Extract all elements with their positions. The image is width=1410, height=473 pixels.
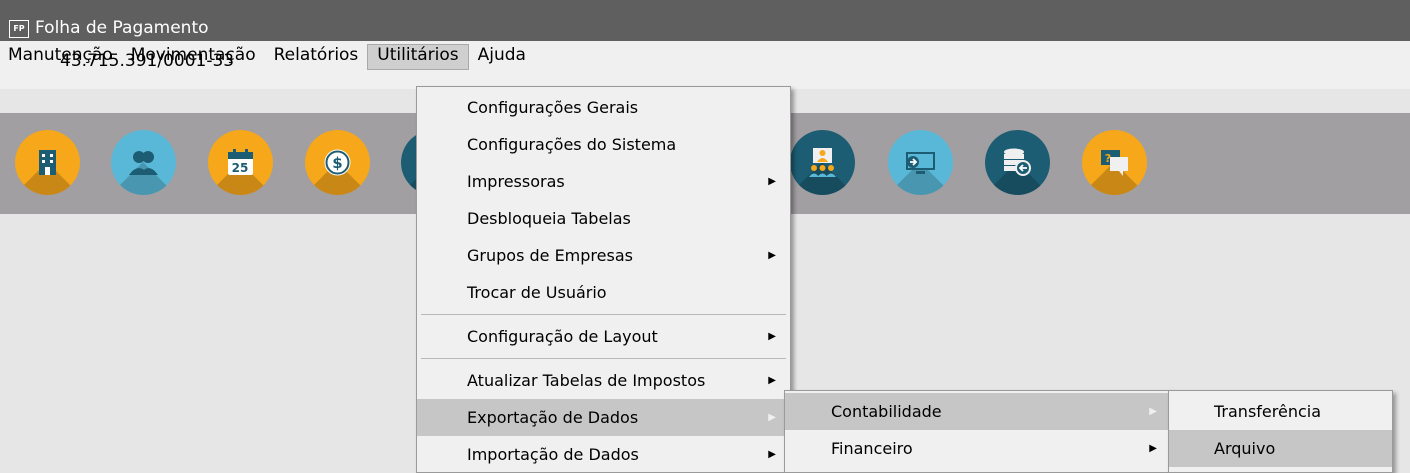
menu-relatorios[interactable]: Relatórios bbox=[265, 44, 368, 70]
menu-utilitarios[interactable]: Utilitários bbox=[367, 44, 469, 70]
building-button[interactable] bbox=[15, 130, 80, 195]
menu-item-configuracoes-sistema[interactable]: Configurações do Sistema bbox=[417, 126, 790, 163]
menu-item-configuracao-layout[interactable]: Configuração de Layout ▶ bbox=[417, 318, 790, 355]
menu-ajuda[interactable]: Ajuda bbox=[469, 44, 535, 70]
menu-separator bbox=[421, 358, 786, 359]
menu-separator bbox=[421, 314, 786, 315]
submenu-arrow-icon: ▶ bbox=[1149, 443, 1157, 454]
menu-item-impressoras[interactable]: Impressoras ▶ bbox=[417, 163, 790, 200]
menu-item-trocar-usuario[interactable]: Trocar de Usuário bbox=[417, 274, 790, 311]
submenu-arrow-icon: ▶ bbox=[768, 176, 776, 187]
submenu-arrow-icon: ▶ bbox=[768, 331, 776, 342]
monitor-export-button[interactable] bbox=[888, 130, 953, 195]
submenu-arrow-icon: ▶ bbox=[1149, 406, 1157, 417]
submenu-arrow-icon: ▶ bbox=[768, 449, 776, 460]
dollar-coin-icon: $ bbox=[324, 149, 351, 176]
calendar-icon: 25 bbox=[228, 149, 253, 175]
monitor-export-icon bbox=[906, 152, 935, 174]
menu-item-arquivo[interactable]: Arquivo bbox=[1169, 430, 1392, 467]
users-icon bbox=[129, 151, 158, 175]
app-icon: FP bbox=[9, 20, 29, 38]
svg-text:25: 25 bbox=[232, 161, 249, 175]
company-cnpj: 43.715.391/0001-33 bbox=[60, 51, 235, 71]
building-icon bbox=[39, 150, 56, 175]
presentation-icon bbox=[809, 148, 836, 177]
database-import-icon bbox=[1004, 148, 1031, 176]
menu-item-contabilidade[interactable]: Contabilidade ▶ bbox=[785, 393, 1171, 430]
menu-item-transferencia[interactable]: Transferência bbox=[1169, 393, 1392, 430]
users-button[interactable] bbox=[111, 130, 176, 195]
submenu-arrow-icon: ▶ bbox=[768, 412, 776, 423]
database-import-button[interactable] bbox=[985, 130, 1050, 195]
app-window: FP Folha de Pagamento Manutenção Movimen… bbox=[0, 0, 1410, 473]
calendar-button[interactable]: 25 bbox=[208, 130, 273, 195]
menu-item-importacao-dados[interactable]: Importação de Dados ▶ bbox=[417, 436, 790, 473]
menu-item-financeiro[interactable]: Financeiro ▶ bbox=[785, 430, 1171, 467]
title-bar: FP Folha de Pagamento bbox=[0, 0, 1410, 41]
submenu-arrow-icon: ▶ bbox=[768, 250, 776, 261]
svg-text:?: ? bbox=[1105, 152, 1111, 165]
svg-text:$: $ bbox=[332, 154, 342, 172]
dollar-button[interactable]: $ bbox=[305, 130, 370, 195]
window-title: Folha de Pagamento bbox=[35, 18, 209, 38]
menu-item-atualizar-tabelas-impostos[interactable]: Atualizar Tabelas de Impostos ▶ bbox=[417, 362, 790, 399]
menu-item-exportacao-dados[interactable]: Exportação de Dados ▶ bbox=[417, 399, 790, 436]
menu-item-configuracoes-gerais[interactable]: Configurações Gerais bbox=[417, 89, 790, 126]
menu-item-desbloqueia-tabelas[interactable]: Desbloqueia Tabelas bbox=[417, 200, 790, 237]
help-chat-button[interactable]: ? bbox=[1082, 130, 1147, 195]
help-chat-icon: ? bbox=[1101, 150, 1128, 176]
exportacao-submenu: Contabilidade ▶ Financeiro ▶ bbox=[784, 390, 1172, 473]
menu-item-grupos-empresas[interactable]: Grupos de Empresas ▶ bbox=[417, 237, 790, 274]
submenu-arrow-icon: ▶ bbox=[768, 375, 776, 386]
utilitarios-dropdown: Configurações Gerais Configurações do Si… bbox=[416, 86, 791, 473]
presentation-button[interactable] bbox=[790, 130, 855, 195]
contabilidade-submenu: Transferência Arquivo bbox=[1168, 390, 1393, 473]
